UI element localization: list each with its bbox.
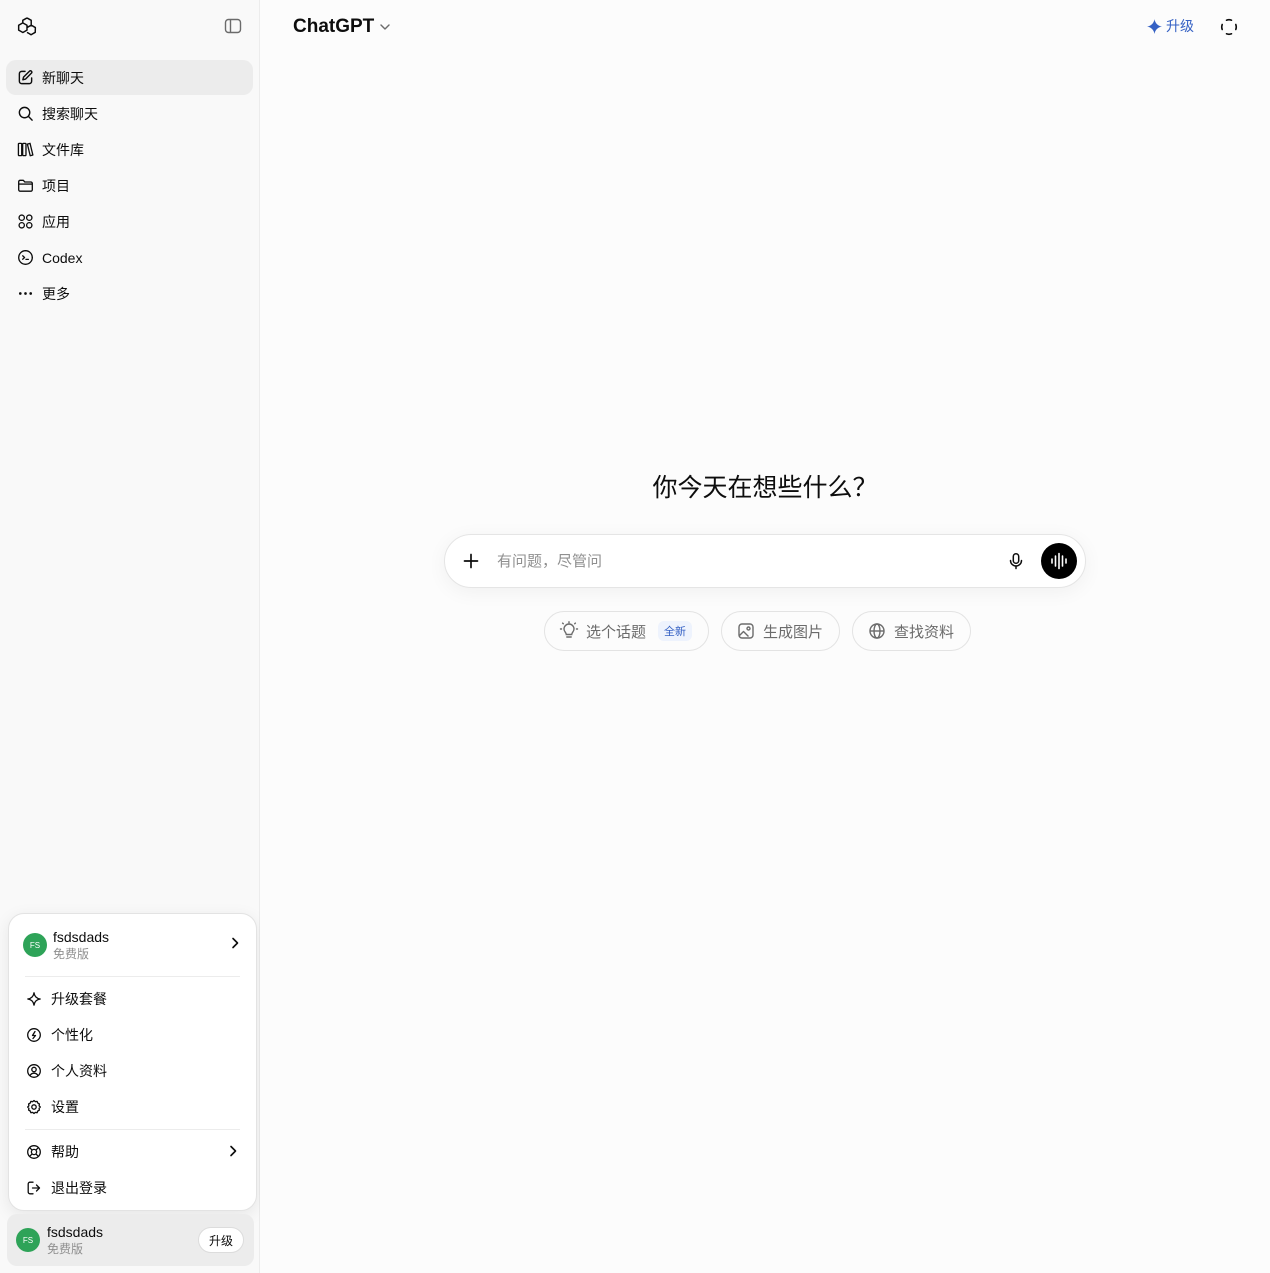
sidebar-nav: 新聊天 搜索聊天 文件库 项目 应用 Codex 更多 [0, 52, 259, 311]
sidebar-toggle-icon[interactable] [223, 16, 243, 36]
menu-item-label: 退出登录 [51, 1180, 107, 1196]
menu-item-logout[interactable]: 退出登录 [9, 1170, 256, 1206]
chip-label: 生成图片 [763, 623, 824, 641]
sidebar-item-new-chat[interactable]: 新聊天 [6, 60, 253, 95]
voice-mode-button[interactable] [1041, 543, 1077, 579]
settings-icon [25, 1098, 43, 1116]
menu-item-personalize[interactable]: 个性化 [9, 1017, 256, 1053]
header-upgrade-button[interactable]: 升级 [1146, 14, 1194, 38]
menu-item-upgrade-plan[interactable]: 升级套餐 [9, 981, 256, 1017]
sidebar-item-label: 文件库 [42, 141, 84, 158]
chevron-right-icon [228, 936, 242, 955]
folder-icon [16, 177, 34, 195]
sparkle-icon [25, 990, 43, 1008]
add-attachment-button[interactable] [459, 549, 483, 573]
library-icon [16, 141, 34, 159]
upgrade-button[interactable]: 升级 [197, 1227, 244, 1253]
account-user-plan: 免费版 [53, 947, 90, 961]
menu-item-help[interactable]: 帮助 [9, 1134, 256, 1170]
sidebar-item-search-chats[interactable]: 搜索聊天 [6, 96, 253, 131]
user-bar-plan: 免费版 [47, 1242, 84, 1256]
menu-item-label: 帮助 [51, 1144, 79, 1160]
sidebar-item-library[interactable]: 文件库 [6, 132, 253, 167]
sparkle-icon [1146, 18, 1163, 35]
sidebar-item-projects[interactable]: 项目 [6, 168, 253, 203]
temporary-chat-icon[interactable] [1218, 16, 1240, 38]
sidebar-item-label: 搜索聊天 [42, 105, 98, 122]
app-window: 新聊天 搜索聊天 文件库 项目 应用 Codex 更多 FS fsdsdads … [0, 0, 1270, 1273]
chip-pick-topic[interactable]: 选个话题 全新 [544, 611, 710, 651]
avatar: FS [16, 1228, 40, 1252]
user-bar-name: fsdsdads [47, 1224, 104, 1240]
prompt-input[interactable] [497, 552, 1001, 570]
account-menu: FS fsdsdads 免费版 升级套餐 个性化 个人资料 设置 帮助 退出登录 [8, 913, 257, 1211]
menu-item-label: 个性化 [51, 1027, 93, 1043]
menu-item-profile[interactable]: 个人资料 [9, 1053, 256, 1089]
sidebar-item-label: 应用 [42, 213, 70, 230]
sidebar-item-label: Codex [42, 249, 83, 266]
account-menu-user[interactable]: FS fsdsdads 免费版 [9, 914, 256, 976]
image-icon [736, 621, 756, 641]
user-account-bar[interactable]: FS fsdsdads 免费版 升级 [7, 1214, 254, 1266]
sidebar: 新聊天 搜索聊天 文件库 项目 应用 Codex 更多 FS fsdsdads … [0, 0, 260, 1273]
menu-item-label: 升级套餐 [51, 991, 107, 1007]
sidebar-header [0, 0, 259, 52]
apps-icon [16, 213, 34, 231]
sidebar-item-label: 新聊天 [42, 69, 84, 86]
globe-icon [867, 621, 887, 641]
account-user-text: fsdsdads 免费版 [53, 928, 228, 962]
edit-icon [16, 69, 34, 87]
openai-logo-icon[interactable] [16, 15, 38, 37]
personalize-icon [25, 1026, 43, 1044]
avatar: FS [23, 933, 47, 957]
main-panel: ChatGPT 升级 你今天在想些什么？ 有问题，尽管问 选个话题 全新 生成图… [260, 0, 1270, 1273]
sidebar-item-label: 项目 [42, 177, 70, 194]
sidebar-item-codex[interactable]: Codex [6, 240, 253, 275]
profile-icon [25, 1062, 43, 1080]
suggestion-chips: 选个话题 全新 生成图片 查找资料 [544, 611, 983, 651]
account-user-name: fsdsdads [53, 929, 110, 945]
sidebar-item-more[interactable]: 更多 [6, 276, 253, 311]
model-name: ChatGPT [293, 16, 375, 37]
new-badge: 全新 [658, 621, 693, 641]
chip-search-info[interactable]: 查找资料 [852, 611, 972, 651]
microphone-icon[interactable] [1001, 546, 1031, 576]
waveform-icon [1051, 552, 1067, 570]
chip-label: 查找资料 [894, 623, 955, 641]
lightbulb-icon [559, 621, 579, 641]
menu-item-label: 设置 [51, 1099, 79, 1115]
chip-generate-image[interactable]: 生成图片 [721, 611, 841, 651]
model-selector[interactable]: ChatGPT [293, 14, 391, 40]
composer [444, 534, 1086, 588]
chevron-right-icon [226, 1144, 240, 1161]
header-upgrade-label: 升级 [1166, 18, 1194, 34]
lifebuoy-icon [25, 1143, 43, 1161]
codex-icon [16, 249, 34, 267]
menu-item-settings[interactable]: 设置 [9, 1089, 256, 1125]
logout-icon [25, 1179, 43, 1197]
sidebar-item-label: 更多 [42, 285, 70, 302]
chip-label: 选个话题 [586, 623, 647, 641]
user-bar-text: fsdsdads 免费版 [47, 1223, 198, 1257]
search-icon [16, 105, 34, 123]
chevron-down-icon [379, 21, 391, 33]
more-icon [16, 285, 34, 303]
menu-item-label: 个人资料 [51, 1063, 107, 1079]
page-title: 你今天在想些什么？ [652, 474, 878, 502]
sidebar-item-apps[interactable]: 应用 [6, 204, 253, 239]
